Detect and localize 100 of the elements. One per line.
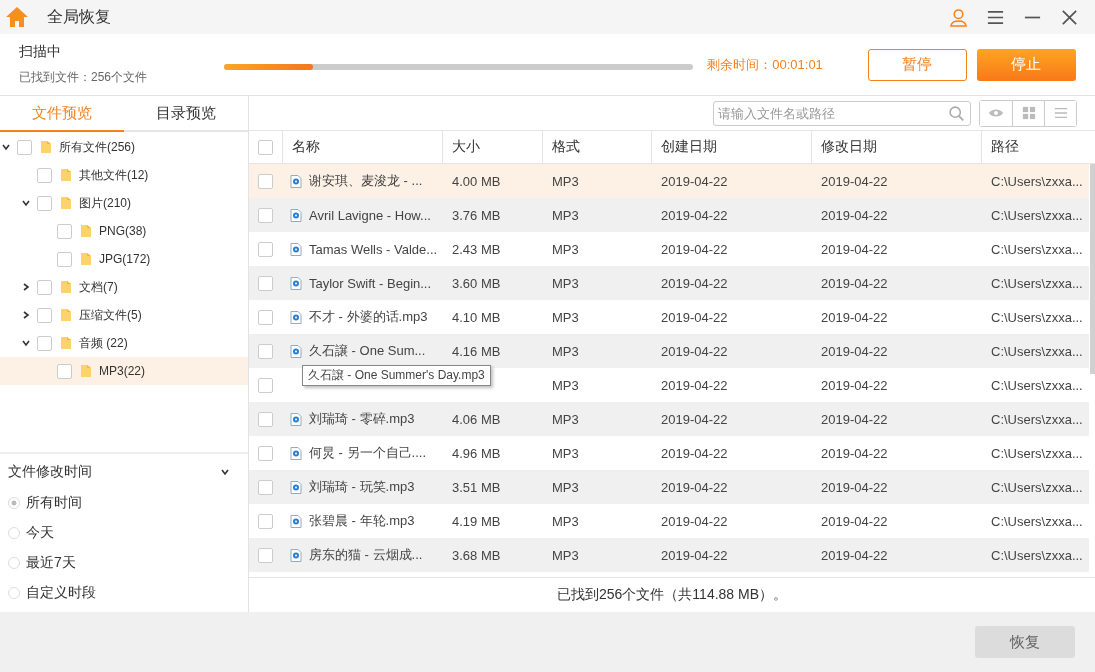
checkbox[interactable] xyxy=(37,279,52,295)
table-cell: 2019-04-22 xyxy=(661,547,728,563)
search-field[interactable]: 请输入文件名或路径 xyxy=(713,100,971,126)
table-cell: 张碧晨 - 年轮.mp3 xyxy=(309,512,415,530)
column-header[interactable]: 修改日期 xyxy=(811,131,981,163)
checkbox[interactable] xyxy=(258,445,273,461)
audio-file-icon xyxy=(290,309,302,325)
table-cell: MP3 xyxy=(552,343,579,359)
table-row[interactable]: Avril Lavigne - How... 3.76 MB MP3 2019-04-22 2019-04-22 C:\Users\zxxa... xyxy=(249,198,1089,232)
table-row[interactable]: 房东的猫 - 云烟成... 3.68 MB MP3 2019-04-22 2019-04-22 C:\Users\zxxa... xyxy=(249,538,1089,572)
table-cell: Tamas Wells - Valde... xyxy=(309,241,438,257)
table-cell: C:\Users\zxxa... xyxy=(991,513,1083,529)
column-header[interactable]: 路径 xyxy=(981,131,1089,163)
checkbox[interactable] xyxy=(258,377,273,393)
tab[interactable]: 目录预览 xyxy=(124,96,248,132)
chevron-icon[interactable] xyxy=(21,198,31,208)
table-row[interactable]: Taylor Swift - Begin... 3.60 MB MP3 2019-04-22 2019-04-22 C:\Users\zxxa... xyxy=(249,266,1089,300)
audio-file-icon xyxy=(290,445,302,461)
table-row[interactable]: Tamas Wells - Valde... 2.43 MB MP3 2019-04-22 2019-04-22 C:\Users\zxxa... xyxy=(249,232,1089,266)
chevron-icon[interactable] xyxy=(21,282,31,292)
table-cell: C:\Users\zxxa... xyxy=(991,479,1083,495)
checkbox[interactable] xyxy=(258,173,273,189)
chevron-icon[interactable] xyxy=(1,142,11,152)
column-header[interactable]: 格式 xyxy=(542,131,651,163)
table-cell: MP3 xyxy=(552,207,579,223)
folder-icon xyxy=(60,308,72,322)
radio-label[interactable]: 自定义时段 xyxy=(26,584,96,602)
tree-item[interactable]: 文档(7) xyxy=(57,278,121,296)
tree-item[interactable]: PNG(38) xyxy=(77,224,150,238)
table-cell: 刘瑞琦 - 零碎.mp3 xyxy=(309,410,415,428)
checkbox[interactable] xyxy=(37,167,52,183)
column-header[interactable]: 名称 xyxy=(282,131,442,163)
tree-item[interactable]: 音频 (22) xyxy=(57,334,131,352)
user-icon[interactable] xyxy=(949,7,968,27)
checkbox[interactable] xyxy=(57,363,72,379)
table-cell: 2019-04-22 xyxy=(661,479,728,495)
checkbox[interactable] xyxy=(57,223,72,239)
checkbox[interactable] xyxy=(258,343,273,359)
table-cell: 2019-04-22 xyxy=(661,275,728,291)
table-cell: 3.76 MB xyxy=(452,207,501,223)
radio-button[interactable] xyxy=(8,497,20,509)
table-cell: 4.10 MB xyxy=(452,309,501,325)
checkbox[interactable] xyxy=(258,479,273,495)
table-cell: 2019-04-22 xyxy=(821,207,888,223)
tree-item[interactable]: 图片(210) xyxy=(57,194,134,212)
table-row[interactable]: 谢安琪、麦浚龙 - ... 4.00 MB MP3 2019-04-22 2019-04-22 C:\Users\zxxa... xyxy=(249,164,1089,198)
home-icon[interactable] xyxy=(5,6,29,28)
table-cell: 2019-04-22 xyxy=(661,173,728,189)
tree-item[interactable]: JPG(172) xyxy=(77,252,154,266)
table-cell: 2019-04-22 xyxy=(821,479,888,495)
table-cell: 久石譲 - One Sum... xyxy=(309,342,426,360)
chevron-icon[interactable] xyxy=(220,467,230,477)
tree-item[interactable]: 其他文件(12) xyxy=(57,166,152,184)
folder-icon xyxy=(80,364,92,378)
column-header[interactable]: 创建日期 xyxy=(651,131,811,163)
chevron-icon[interactable] xyxy=(21,338,31,348)
table-row[interactable]: 刘瑞琦 - 零碎.mp3 4.06 MB MP3 2019-04-22 2019-04-22 C:\Users\zxxa... xyxy=(249,402,1089,436)
table-row[interactable]: 何炅 - 另一个自己.... 4.96 MB MP3 2019-04-22 2019-04-22 C:\Users\zxxa... xyxy=(249,436,1089,470)
select-all-checkbox[interactable] xyxy=(258,139,273,155)
table-cell: 4.19 MB xyxy=(452,513,501,529)
close-icon[interactable] xyxy=(1060,7,1079,27)
folder-icon xyxy=(40,140,52,154)
table-row[interactable]: 张碧晨 - 年轮.mp3 4.19 MB MP3 2019-04-22 2019-04-22 C:\Users\zxxa... xyxy=(249,504,1089,538)
table-row[interactable]: 不才 - 外婆的话.mp3 4.10 MB MP3 2019-04-22 2019-04-22 C:\Users\zxxa... xyxy=(249,300,1089,334)
checkbox[interactable] xyxy=(258,207,273,223)
checkbox[interactable] xyxy=(258,513,273,529)
table-cell: 2019-04-22 xyxy=(661,309,728,325)
chevron-icon[interactable] xyxy=(21,310,31,320)
checkbox[interactable] xyxy=(57,251,72,267)
tree-item[interactable]: 所有文件(256) xyxy=(37,138,138,156)
column-header[interactable]: 大小 xyxy=(442,131,542,163)
audio-file-icon xyxy=(290,173,302,189)
table-row[interactable]: MP3 2019-04-22 2019-04-22 C:\Users\zxxa... 久石譲 - One Summer's Day.mp3 xyxy=(249,368,1089,402)
tree-item[interactable]: 压缩文件(5) xyxy=(57,306,145,324)
checkbox[interactable] xyxy=(37,195,52,211)
table-cell: C:\Users\zxxa... xyxy=(991,377,1083,393)
table-row[interactable]: 久石譲 - One Sum... 4.16 MB MP3 2019-04-22 2019-04-22 C:\Users\zxxa... xyxy=(249,334,1089,368)
list-view-button[interactable] xyxy=(1044,100,1076,126)
table-cell: C:\Users\zxxa... xyxy=(991,445,1083,461)
radio-label[interactable]: 所有时间 xyxy=(26,494,82,512)
remaining-time: 剩余时间：00:01:01 xyxy=(707,55,824,74)
scrollbar[interactable] xyxy=(1090,164,1095,374)
table-cell: C:\Users\zxxa... xyxy=(991,173,1083,189)
checkbox[interactable] xyxy=(258,275,273,291)
checkbox[interactable] xyxy=(17,139,32,155)
radio-label[interactable]: 最近7天 xyxy=(26,554,76,572)
checkbox[interactable] xyxy=(258,547,273,563)
table-cell: C:\Users\zxxa... xyxy=(991,411,1083,427)
checkbox[interactable] xyxy=(258,411,273,427)
radio-label[interactable]: 今天 xyxy=(26,524,54,542)
table-cell: 2019-04-22 xyxy=(821,445,888,461)
search-icon[interactable] xyxy=(948,104,965,122)
checkbox[interactable] xyxy=(37,307,52,323)
table-cell: 4.16 MB xyxy=(452,343,501,359)
table-cell: 3.60 MB xyxy=(452,275,501,291)
checkbox[interactable] xyxy=(37,335,52,351)
table-cell: MP3 xyxy=(552,275,579,291)
checkbox[interactable] xyxy=(258,241,273,257)
table-row[interactable]: 刘瑞琦 - 玩笑.mp3 3.51 MB MP3 2019-04-22 2019-04-22 C:\Users\zxxa... xyxy=(249,470,1089,504)
checkbox[interactable] xyxy=(258,309,273,325)
